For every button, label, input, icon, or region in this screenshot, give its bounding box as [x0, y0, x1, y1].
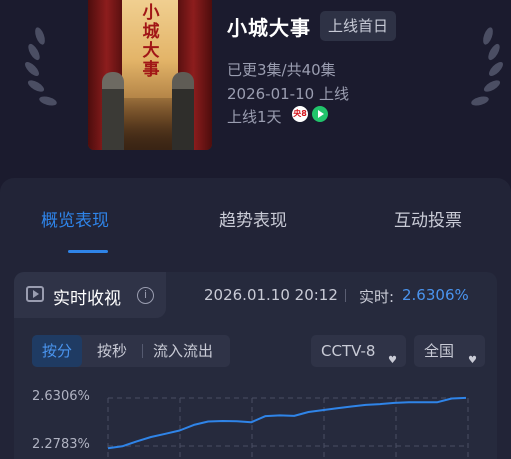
cctv8-logo-icon: 央8 [292, 106, 308, 122]
show-title: 小城大事 [227, 16, 311, 40]
chevron-down-icon: ♥ [388, 355, 397, 366]
premiere-badge: 上线首日 [320, 11, 397, 41]
episode-count: 已更3集/共40集 [227, 61, 336, 79]
segment-by-second[interactable]: 按秒 [97, 335, 127, 367]
info-icon[interactable]: i [137, 287, 154, 304]
realtime-timestamp: 2026.01.10 20:12 [204, 286, 338, 304]
segment-flow-in-out[interactable]: 流入流出 [153, 335, 213, 367]
tv-play-icon [26, 286, 44, 302]
y-tick-label: 2.6306% [32, 389, 90, 404]
realtime-value-label: 实时: [359, 288, 395, 306]
channel-dropdown[interactable]: CCTV-8 ♥ [311, 335, 406, 367]
channel-dropdown-value: CCTV-8 [321, 342, 376, 360]
poster-crowd [122, 98, 178, 150]
realtime-title: 实时收视 [53, 289, 121, 309]
tab-overview[interactable]: 概览表现 [41, 206, 109, 231]
y-tick-label: 2.2783% [32, 437, 90, 452]
laurel-right-icon [471, 27, 503, 106]
poster-figure-left [102, 72, 124, 150]
segment-divider [142, 344, 143, 358]
tab-trend[interactable]: 趋势表现 [219, 206, 287, 231]
release-date: 2026-01-10 上线 [227, 85, 349, 103]
divider [345, 289, 346, 302]
show-poster[interactable]: 小城大事 [88, 0, 212, 150]
laurel-left-icon [25, 27, 57, 106]
region-dropdown[interactable]: 全国 ♥ [414, 335, 485, 367]
poster-title: 小城大事 [142, 3, 160, 80]
poster-figure-right [172, 72, 194, 150]
days-online: 上线1天 [227, 108, 282, 126]
chevron-down-icon: ♥ [468, 355, 477, 366]
realtime-value: 2.6306% [402, 286, 469, 304]
active-tab-indicator [68, 250, 108, 253]
region-dropdown-value: 全国 [424, 342, 455, 360]
tab-voting[interactable]: 互动投票 [394, 206, 462, 231]
video-app-logo-icon [312, 106, 328, 122]
segment-by-minute[interactable]: 按分 [32, 335, 82, 367]
